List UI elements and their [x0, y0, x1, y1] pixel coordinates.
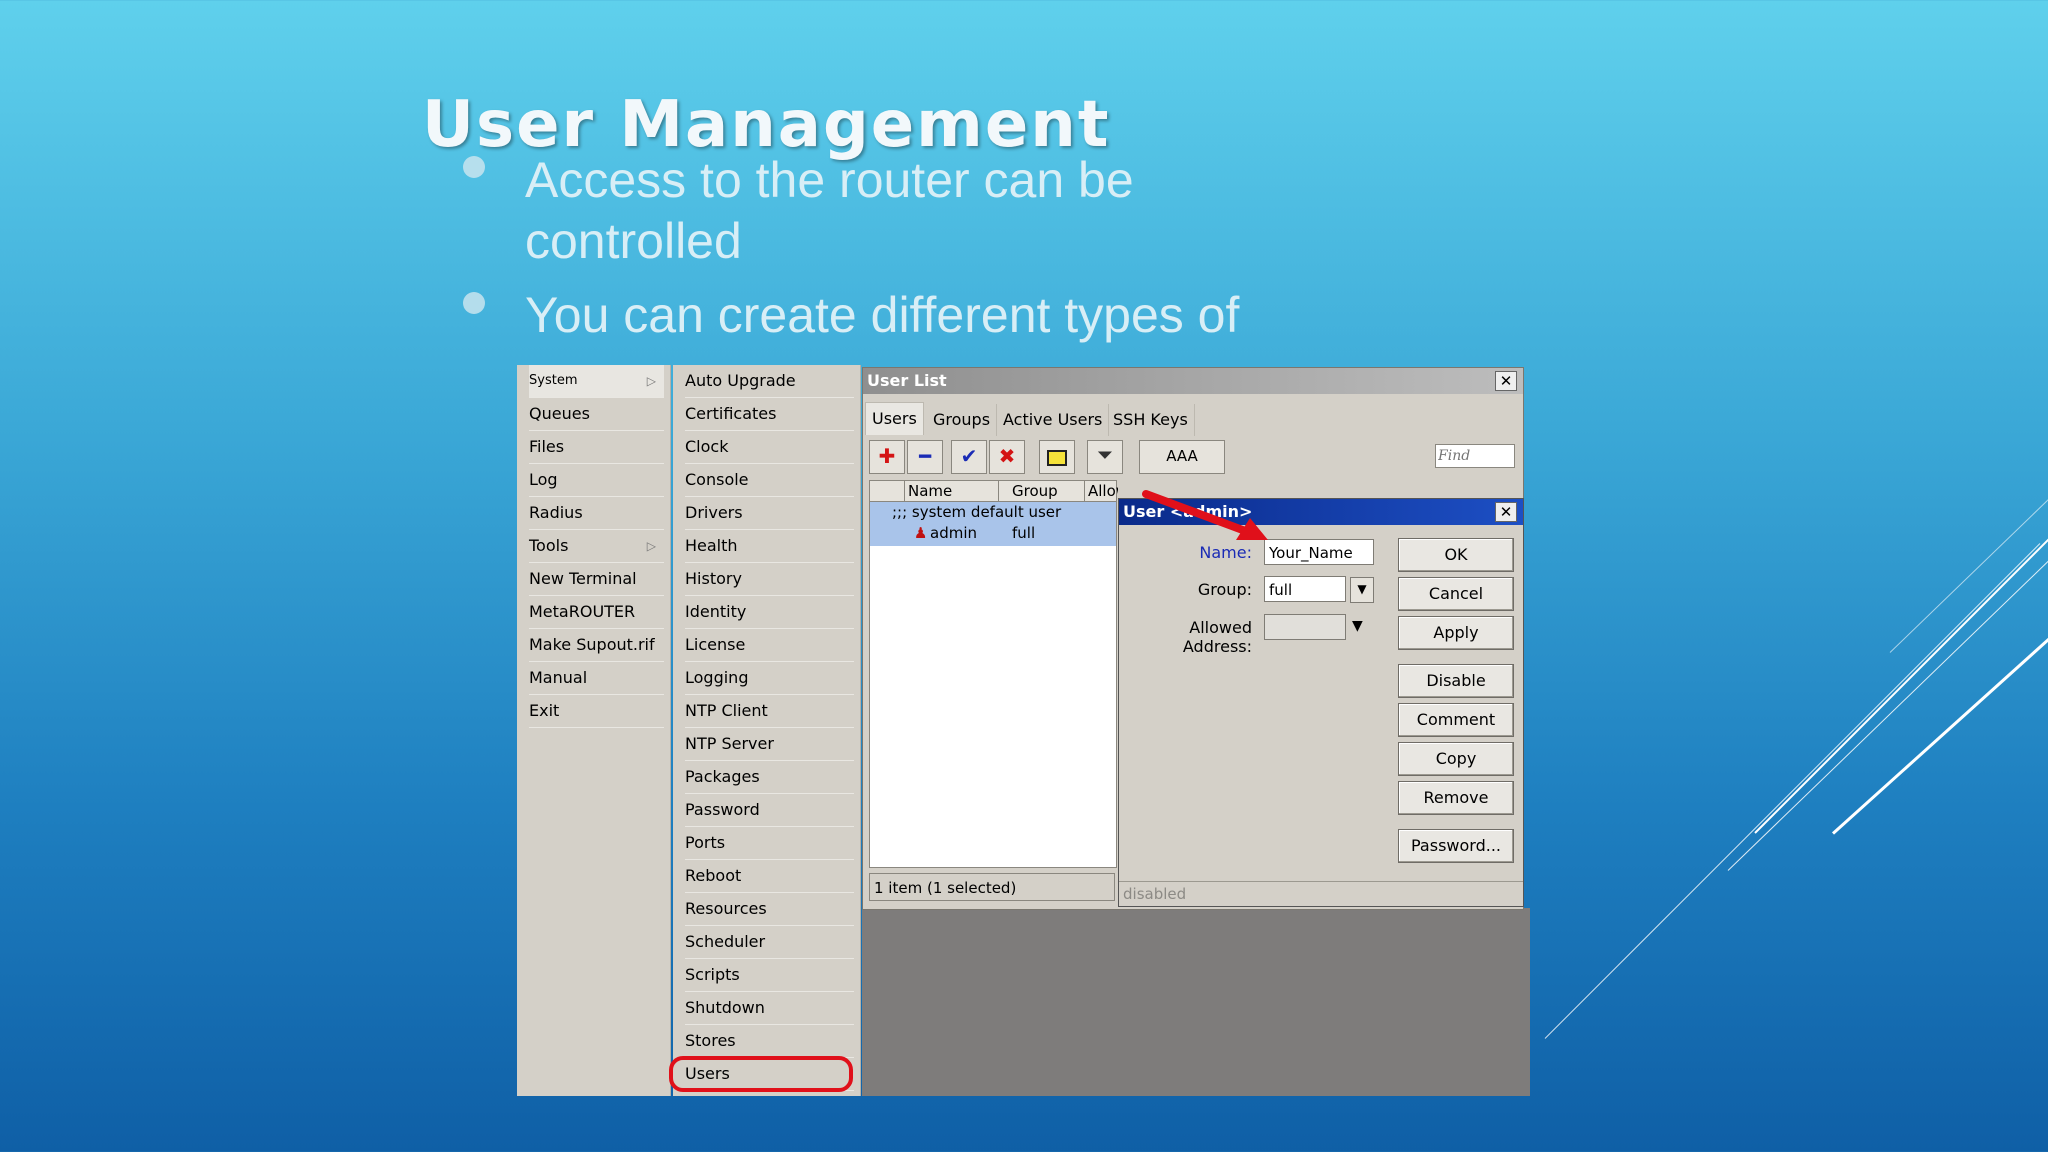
submenu-item-license[interactable]: License	[685, 629, 854, 662]
submenu-item-scheduler[interactable]: Scheduler	[685, 926, 854, 959]
submenu-item-shutdown[interactable]: Shutdown	[685, 992, 854, 1025]
tab-groups[interactable]: Groups	[927, 404, 998, 436]
password-button[interactable]: Password...	[1398, 829, 1514, 863]
submenu-item-password[interactable]: Password	[685, 794, 854, 827]
chevron-down-icon[interactable]: ▼	[1350, 577, 1374, 603]
filter-icon[interactable]: ⏷	[1087, 440, 1123, 474]
tab-ssh-keys[interactable]: SSH Keys	[1107, 404, 1195, 436]
menu-item-radius[interactable]: Radius	[529, 497, 664, 530]
allowed-address-label: Allowed Address:	[1182, 618, 1252, 656]
menu-item-manual[interactable]: Manual	[529, 662, 664, 695]
submenu-item-ports[interactable]: Ports	[685, 827, 854, 860]
system-submenu: Auto Upgrade Certificates Clock Console …	[669, 365, 861, 1096]
bullet-text-1: Access to the router can be controlled	[525, 152, 1134, 269]
name-field[interactable]: Your_Name	[1264, 539, 1374, 565]
submenu-item-history[interactable]: History	[685, 563, 854, 596]
submenu-item-logging[interactable]: Logging	[685, 662, 854, 695]
chevron-right-icon: ▷	[646, 539, 656, 553]
bullet-dot	[463, 292, 485, 314]
row-name: admin	[930, 524, 977, 542]
submenu-item-identity[interactable]: Identity	[685, 596, 854, 629]
menu-item-new-terminal[interactable]: New Terminal	[529, 563, 664, 596]
remove-button[interactable]: Remove	[1398, 781, 1514, 815]
bullet-dot	[463, 156, 485, 178]
submenu-item-certificates[interactable]: Certificates	[685, 398, 854, 431]
submenu-item-auto-upgrade[interactable]: Auto Upgrade	[685, 365, 854, 398]
chevron-right-icon: ▷	[646, 374, 656, 388]
submenu-item-resources[interactable]: Resources	[685, 893, 854, 926]
menu-item-files[interactable]: Files	[529, 431, 664, 464]
menu-item-exit[interactable]: Exit	[529, 695, 664, 728]
submenu-item-clock[interactable]: Clock	[685, 431, 854, 464]
aaa-button[interactable]: AAA	[1139, 440, 1225, 474]
submenu-item-stores[interactable]: Stores	[685, 1025, 854, 1058]
group-label: Group:	[1197, 580, 1252, 599]
submenu-item-reboot[interactable]: Reboot	[685, 860, 854, 893]
remove-icon[interactable]: ━	[907, 440, 943, 474]
enable-icon[interactable]: ✔	[951, 440, 987, 474]
chevron-down-icon[interactable]: ▼	[1352, 618, 1363, 634]
tab-users[interactable]: Users	[865, 402, 924, 435]
cancel-button[interactable]: Cancel	[1398, 577, 1514, 611]
group-select[interactable]: full	[1264, 576, 1346, 602]
add-icon[interactable]: ✚	[869, 440, 905, 474]
column-group[interactable]: Group	[1012, 482, 1058, 500]
user-list-table: Name Group Allowed Addr... ;;; system de…	[869, 480, 1118, 868]
copy-button[interactable]: Copy	[1398, 742, 1514, 776]
table-header: Name Group Allowed Addr...	[870, 481, 1118, 502]
disable-button[interactable]: Disable	[1398, 664, 1514, 698]
menu-item-make-supout[interactable]: Make Supout.rif	[529, 629, 664, 662]
ok-button[interactable]: OK	[1398, 538, 1514, 572]
submenu-item-health[interactable]: Health	[685, 530, 854, 563]
highlight-ring	[669, 1056, 853, 1092]
close-icon[interactable]: ✕	[1495, 502, 1517, 522]
workspace-background	[862, 908, 1530, 1096]
decor-line	[1544, 543, 2041, 1039]
menu-item-tools[interactable]: Tools ▷	[529, 530, 664, 563]
submenu-item-ntp-server[interactable]: NTP Server	[685, 728, 854, 761]
menu-item-metarouter[interactable]: MetaROUTER	[529, 596, 664, 629]
close-icon[interactable]: ✕	[1495, 371, 1517, 391]
submenu-item-scripts[interactable]: Scripts	[685, 959, 854, 992]
find-input[interactable]	[1435, 444, 1515, 468]
column-allowed-address[interactable]: Allowed Addr...	[1088, 482, 1118, 500]
disable-icon[interactable]: ✖	[989, 440, 1025, 474]
menu-item-system[interactable]: System ▷	[529, 365, 664, 398]
comment-button[interactable]: Comment	[1398, 703, 1514, 737]
decor-line	[1831, 618, 2048, 835]
user-list-titlebar: User List ✕	[863, 368, 1523, 394]
selected-row[interactable]: ;;; system default user ♟ admin full	[870, 502, 1116, 546]
submenu-item-drivers[interactable]: Drivers	[685, 497, 854, 530]
user-icon: ♟	[914, 524, 928, 542]
name-label: Name:	[1199, 543, 1252, 562]
apply-button[interactable]: Apply	[1398, 616, 1514, 650]
allowed-address-field[interactable]	[1264, 614, 1346, 640]
main-menu: System ▷ Queues Files Log Radius Tools ▷…	[517, 365, 671, 1096]
dialog-status: disabled	[1119, 881, 1523, 906]
submenu-item-console[interactable]: Console	[685, 464, 854, 497]
comment-icon[interactable]	[1039, 440, 1075, 474]
tab-active-users[interactable]: Active Users	[997, 404, 1110, 436]
row-group: full	[1012, 524, 1036, 542]
comment-row: ;;; system default user	[892, 503, 1062, 521]
column-name[interactable]: Name	[908, 482, 952, 500]
submenu-item-ntp-client[interactable]: NTP Client	[685, 695, 854, 728]
decor-line	[1754, 478, 2048, 834]
menu-item-queues[interactable]: Queues	[529, 398, 664, 431]
menu-item-log[interactable]: Log	[529, 464, 664, 497]
window-title: User List	[867, 371, 947, 390]
status-bar: 1 item (1 selected)	[869, 873, 1115, 901]
arrow-annotation-icon	[1142, 490, 1268, 540]
submenu-item-packages[interactable]: Packages	[685, 761, 854, 794]
decor-line	[1889, 485, 2048, 653]
